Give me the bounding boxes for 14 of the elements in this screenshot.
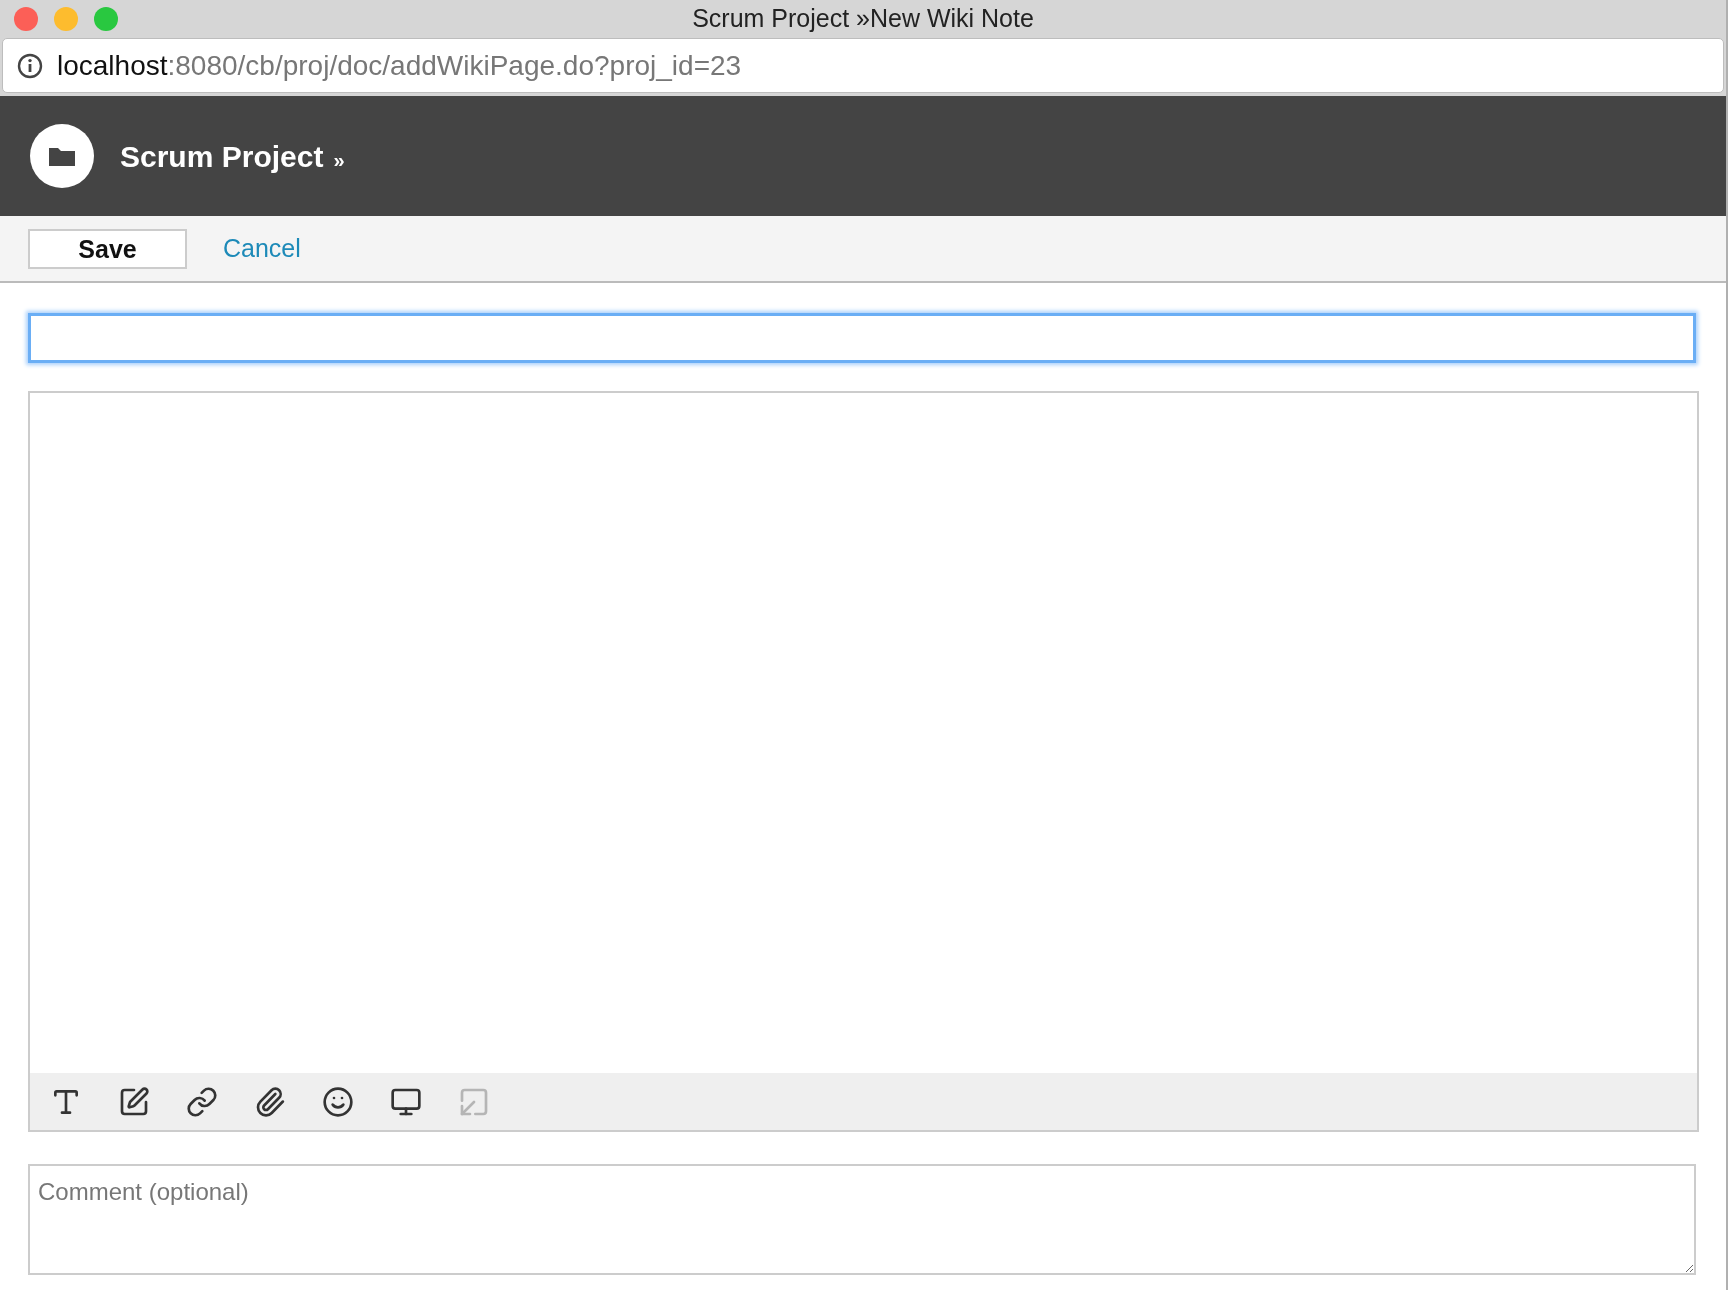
window-title: Scrum Project »New Wiki Note: [692, 3, 1034, 35]
address-field[interactable]: localhost:8080/cb/proj/doc/addWikiPage.do?proj_id=23: [2, 38, 1724, 93]
title-input[interactable]: [28, 313, 1696, 363]
project-title[interactable]: Scrum Project: [120, 133, 324, 179]
paperclip-icon[interactable]: [254, 1085, 286, 1118]
smiley-icon[interactable]: [322, 1085, 354, 1118]
comment-field[interactable]: Comment (optional): [28, 1164, 1696, 1275]
cancel-link[interactable]: Cancel: [223, 229, 301, 268]
save-button[interactable]: Save: [28, 228, 187, 269]
url-text: localhost:8080/cb/proj/doc/addWikiPage.do?proj_id=23: [57, 48, 742, 83]
breadcrumb-separator: »: [333, 147, 345, 173]
info-icon[interactable]: [17, 52, 43, 79]
image-edit-icon[interactable]: [118, 1085, 150, 1118]
link-icon[interactable]: [186, 1085, 218, 1118]
